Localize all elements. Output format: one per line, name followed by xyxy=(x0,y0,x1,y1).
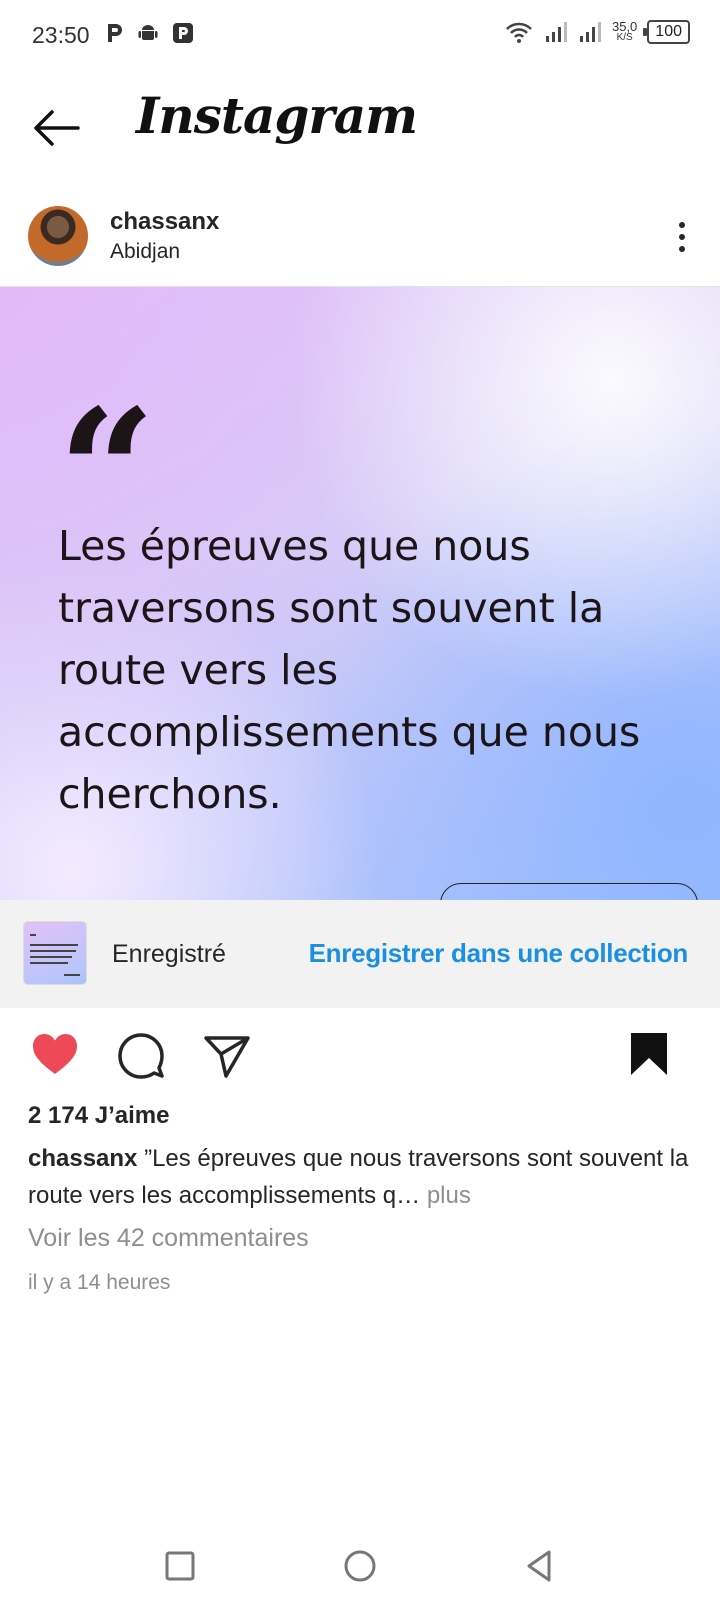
p-app-icon xyxy=(173,23,193,43)
save-to-collection-link[interactable]: Enregistrer dans une collection xyxy=(309,938,689,969)
saved-label: Enregistré xyxy=(112,940,226,968)
post-header: chassanx Abidjan xyxy=(0,190,720,287)
square-icon xyxy=(165,1551,195,1581)
bookmark-filled-icon xyxy=(631,1033,667,1075)
p-app-icon xyxy=(108,24,122,42)
android-icon xyxy=(138,25,158,40)
status-system-icons: 35,0 K/S 100 xyxy=(504,20,690,44)
post-location[interactable]: Abidjan xyxy=(110,240,180,264)
circle-icon xyxy=(344,1550,376,1582)
wifi-icon xyxy=(506,22,532,43)
signal-icon xyxy=(579,22,601,42)
status-notification-icons xyxy=(106,22,194,44)
post-image[interactable]: “ Les épreuves que nous traversons sont … xyxy=(0,287,720,900)
thumb-line xyxy=(30,934,36,936)
image-pill-decoration xyxy=(440,883,698,900)
like-button[interactable] xyxy=(30,1030,80,1080)
more-options-dot xyxy=(679,234,685,240)
status-time: 23:50 xyxy=(32,22,90,48)
post-actions xyxy=(0,1008,720,1104)
app-header: Instagram xyxy=(0,72,720,190)
thumb-line xyxy=(30,944,78,946)
more-options-dot xyxy=(679,246,685,252)
post-username[interactable]: chassanx xyxy=(110,208,219,236)
thumb-line xyxy=(30,956,72,958)
comment-icon xyxy=(118,1033,164,1079)
triangle-back-icon xyxy=(527,1550,551,1582)
nav-back-button[interactable] xyxy=(518,1544,562,1588)
send-icon xyxy=(204,1036,250,1078)
battery-indicator: 100 xyxy=(643,20,690,44)
thumb-line xyxy=(30,950,76,952)
comment-button[interactable] xyxy=(116,1030,166,1080)
net-speed-unit: K/S xyxy=(616,32,633,43)
signal-icon xyxy=(545,22,567,42)
view-comments-link[interactable]: Voir les 42 commentaires xyxy=(28,1224,309,1253)
back-button[interactable] xyxy=(30,102,82,154)
more-options-dot xyxy=(679,222,685,228)
net-speed: 35,0 K/S xyxy=(611,19,638,43)
net-speed-value: 35,0 xyxy=(611,19,638,34)
thumb-line xyxy=(30,962,68,964)
avatar[interactable] xyxy=(28,206,88,266)
share-button[interactable] xyxy=(202,1030,252,1080)
back-arrow-icon xyxy=(34,110,80,146)
saved-banner: Enregistré Enregistrer dans une collecti… xyxy=(0,900,720,1008)
system-nav-bar xyxy=(0,1530,720,1612)
home-button[interactable] xyxy=(338,1544,382,1588)
post-timestamp: il y a 14 heures xyxy=(28,1271,171,1294)
thumb-line xyxy=(64,974,80,976)
quote-mark: “ xyxy=(58,387,156,507)
saved-thumbnail xyxy=(24,922,86,984)
heart-icon xyxy=(33,1034,77,1074)
instagram-logo: Instagram xyxy=(136,86,418,145)
caption-more-link[interactable]: plus xyxy=(420,1182,471,1209)
caption-username[interactable]: chassanx xyxy=(28,1145,137,1172)
quote-text: Les épreuves que nous traversons sont so… xyxy=(58,522,641,818)
post-caption: chassanx ”Les épreuves que nous traverso… xyxy=(28,1140,698,1214)
likes-count[interactable]: 2 174 J’aime xyxy=(28,1102,169,1130)
recents-button[interactable] xyxy=(158,1544,202,1588)
status-bar: 23:50 35,0 K/S 100 xyxy=(0,0,720,72)
save-button[interactable] xyxy=(624,1030,674,1080)
more-options-button[interactable] xyxy=(674,218,690,258)
